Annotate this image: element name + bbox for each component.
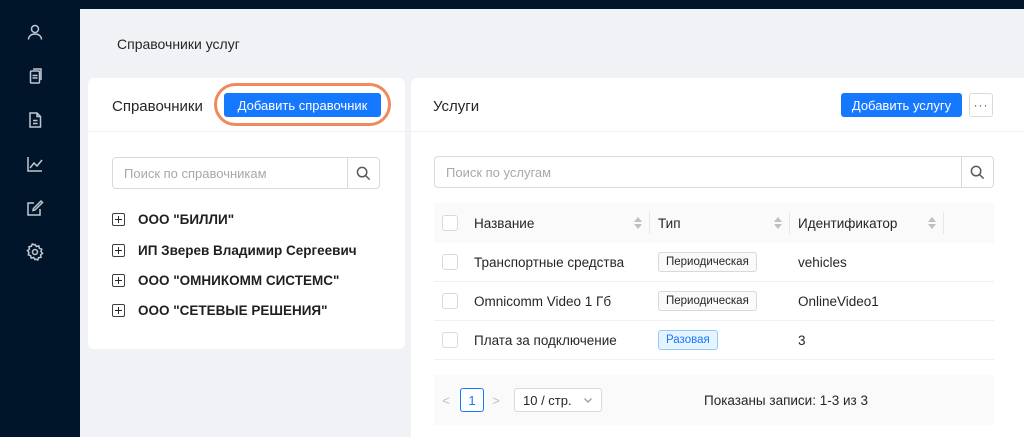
service-type-cell: Разовая bbox=[650, 330, 790, 350]
sidebar bbox=[0, 0, 80, 437]
add-catalog-button[interactable]: Добавить справочник bbox=[224, 93, 381, 117]
edit-icon[interactable] bbox=[25, 198, 45, 218]
catalogs-panel-header: Справочники Добавить справочник bbox=[88, 78, 405, 132]
sort-icon[interactable] bbox=[928, 217, 936, 229]
tree-item[interactable]: ООО "ОМНИКОММ СИСТЕМС" bbox=[112, 269, 339, 291]
sort-icon[interactable] bbox=[634, 217, 642, 229]
column-type-label: Тип bbox=[658, 215, 681, 231]
service-name: Плата за подключение bbox=[474, 332, 617, 348]
column-name[interactable]: Название bbox=[464, 212, 650, 234]
table-row[interactable]: Omnicomm Video 1 Гб Периодическая Online… bbox=[434, 282, 994, 321]
service-type-tag: Периодическая bbox=[658, 252, 757, 272]
row-checkbox[interactable] bbox=[442, 293, 458, 309]
tree-item-label[interactable]: ООО "БИЛЛИ" bbox=[138, 212, 234, 227]
service-identifier: vehicles bbox=[798, 254, 847, 270]
catalogs-title: Справочники bbox=[112, 98, 203, 115]
services-table: Название Тип Идентификатор Транспортные … bbox=[434, 203, 994, 360]
expand-icon[interactable] bbox=[112, 273, 125, 287]
select-all-checkbox[interactable] bbox=[442, 215, 458, 231]
page-size-value: 10 / стр. bbox=[523, 392, 572, 408]
column-name-label: Название bbox=[474, 215, 535, 231]
expand-icon[interactable] bbox=[112, 303, 125, 317]
service-type-tag: Периодическая bbox=[658, 291, 757, 311]
copy-icon[interactable] bbox=[25, 66, 45, 86]
service-type-tag: Разовая bbox=[658, 330, 718, 350]
service-identifier: 3 bbox=[798, 332, 806, 348]
table-header: Название Тип Идентификатор bbox=[434, 203, 994, 243]
service-name: Транспортные средства bbox=[474, 254, 625, 270]
chart-icon[interactable] bbox=[25, 154, 45, 174]
user-icon[interactable] bbox=[25, 22, 45, 42]
sort-icon[interactable] bbox=[774, 217, 782, 229]
catalogs-panel: Справочники Добавить справочник ООО "БИЛ… bbox=[88, 78, 405, 349]
catalog-search-button[interactable] bbox=[347, 158, 379, 188]
row-checkbox[interactable] bbox=[442, 332, 458, 348]
tree-item[interactable]: ИП Зверев Владимир Сергеевич bbox=[112, 239, 357, 261]
pagination: < 1 > 10 / стр. Показаны записи: 1-3 из … bbox=[434, 375, 994, 425]
search-icon bbox=[356, 166, 371, 180]
tree-item[interactable]: ООО "БИЛЛИ" bbox=[112, 208, 234, 230]
table-row[interactable]: Плата за подключение Разовая 3 bbox=[434, 321, 994, 360]
catalog-search-input[interactable] bbox=[113, 158, 347, 188]
expand-icon[interactable] bbox=[112, 243, 125, 257]
tree-item-label[interactable]: ООО "СЕТЕВЫЕ РЕШЕНИЯ" bbox=[138, 303, 328, 318]
prev-page-button[interactable]: < bbox=[438, 393, 454, 408]
service-search bbox=[434, 156, 994, 188]
services-panel-header: Услуги Добавить услугу ··· bbox=[411, 78, 1024, 132]
more-actions-button[interactable]: ··· bbox=[969, 93, 993, 117]
add-service-button[interactable]: Добавить услугу bbox=[841, 93, 962, 117]
service-type-cell: Периодическая bbox=[650, 252, 790, 272]
service-name: Omnicomm Video 1 Гб bbox=[474, 293, 612, 309]
row-select-cell bbox=[434, 254, 464, 270]
next-page-button[interactable]: > bbox=[488, 393, 504, 408]
tree-item-label[interactable]: ИП Зверев Владимир Сергеевич bbox=[138, 243, 357, 258]
services-panel: Услуги Добавить услугу ··· Название Тип … bbox=[411, 78, 1024, 437]
column-type[interactable]: Тип bbox=[650, 212, 790, 234]
services-title: Услуги bbox=[433, 98, 480, 115]
page-size-select[interactable]: 10 / стр. bbox=[514, 388, 602, 412]
tree-item-label[interactable]: ООО "ОМНИКОММ СИСТЕМС" bbox=[138, 273, 339, 288]
chevron-down-icon bbox=[584, 398, 592, 403]
column-id[interactable]: Идентификатор bbox=[790, 212, 944, 234]
row-select-cell bbox=[434, 332, 464, 348]
tree-item[interactable]: ООО "СЕТЕВЫЕ РЕШЕНИЯ" bbox=[112, 299, 328, 321]
service-type-cell: Периодическая bbox=[650, 291, 790, 311]
table-row[interactable]: Транспортные средства Периодическая vehi… bbox=[434, 243, 994, 282]
expand-icon[interactable] bbox=[112, 212, 125, 226]
column-id-label: Идентификатор bbox=[798, 215, 898, 231]
row-checkbox[interactable] bbox=[442, 254, 458, 270]
row-select-cell bbox=[434, 293, 464, 309]
service-search-button[interactable] bbox=[961, 157, 993, 187]
document-icon[interactable] bbox=[25, 110, 45, 130]
records-info: Показаны записи: 1-3 из 3 bbox=[704, 392, 868, 408]
service-identifier: OnlineVideo1 bbox=[798, 293, 879, 309]
select-all-cell bbox=[434, 215, 464, 231]
page-1-button[interactable]: 1 bbox=[460, 388, 484, 412]
service-search-input[interactable] bbox=[435, 157, 961, 187]
settings-icon[interactable] bbox=[25, 242, 45, 262]
search-icon bbox=[970, 165, 985, 179]
catalog-search bbox=[112, 157, 380, 189]
page-title: Справочники услуг bbox=[117, 36, 240, 52]
top-bar bbox=[80, 0, 1024, 9]
